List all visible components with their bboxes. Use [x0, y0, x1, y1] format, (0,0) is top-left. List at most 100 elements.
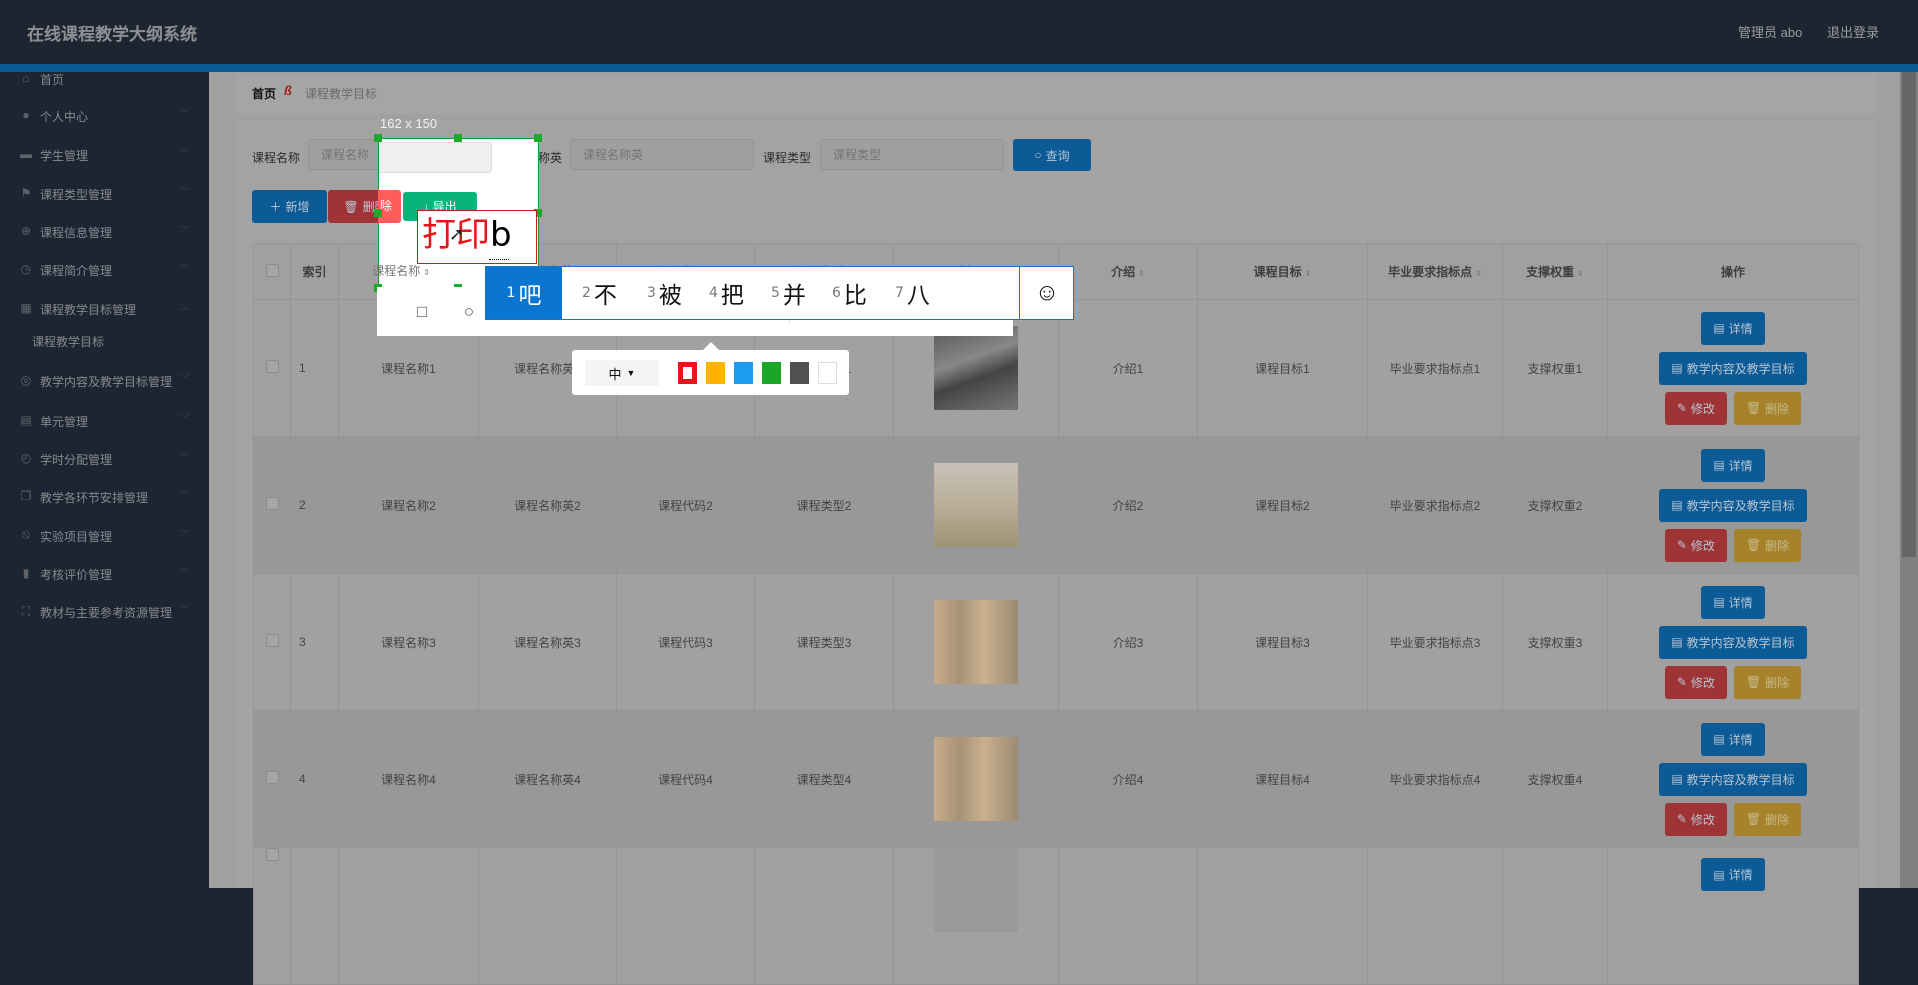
resize-handle-n[interactable]: [454, 134, 462, 142]
edit-button[interactable]: ✎ 修改: [1664, 528, 1727, 562]
fullscreen-icon: ⛶: [21, 604, 31, 618]
select-all-checkbox[interactable]: [265, 263, 279, 277]
ime-candidate[interactable]: 3被: [647, 267, 682, 319]
ime-composing-text: b: [490, 215, 512, 255]
ime-candidate[interactable]: 2不: [582, 267, 617, 319]
content-goal-button[interactable]: ▤ 教学内容及教学目标: [1659, 625, 1807, 659]
ime-candidate[interactable]: 7八: [895, 267, 930, 319]
sort-icon[interactable]: ⇕: [1475, 269, 1482, 278]
logout-link[interactable]: 退出登录: [1827, 22, 1879, 41]
font-size-select[interactable]: 中 ▼: [585, 360, 659, 386]
query-button[interactable]: ○ 查询: [1013, 139, 1091, 171]
delete-row-button[interactable]: 🗑 删除: [1733, 391, 1802, 425]
sidebar-item-label: 课程简介管理: [40, 264, 113, 278]
detail-button[interactable]: ▤ 详情: [1701, 722, 1765, 756]
color-swatch[interactable]: [706, 362, 725, 384]
sidebar-item-0[interactable]: ⌂ 首页: [0, 66, 209, 90]
sort-icon[interactable]: ⇕: [1305, 269, 1312, 278]
sidebar-item-9[interactable]: ◴ 学时分配管理 ﹀: [0, 446, 209, 470]
edit-button[interactable]: ✎ 修改: [1664, 391, 1727, 425]
row-checkbox[interactable]: [265, 848, 279, 861]
course-type-input[interactable]: [820, 139, 1004, 170]
resize-handle-ne[interactable]: [534, 134, 542, 142]
sidebar-item-2[interactable]: ▬ 学生管理 ﹀: [0, 142, 209, 166]
ime-candidate[interactable]: 1吧: [486, 267, 562, 319]
scrollbar-thumb[interactable]: [1902, 72, 1916, 557]
detail-button[interactable]: ▤ 详情: [1701, 311, 1765, 345]
resize-handle-nw[interactable]: [374, 134, 382, 142]
cell-cover: [893, 710, 1059, 848]
cell-goal-text: 课程目标1: [1255, 361, 1310, 376]
sidebar-item-8[interactable]: ▤ 单元管理 ﹀: [0, 408, 209, 432]
text-annotation-box[interactable]: 打印b: [417, 210, 537, 264]
cell-code: 课程代码3: [616, 573, 755, 711]
partial-image[interactable]: [934, 848, 1018, 932]
detail-button[interactable]: ▤ 详情: [1701, 585, 1765, 619]
row-checkbox[interactable]: [265, 497, 279, 510]
page-scrollbar[interactable]: [1900, 72, 1918, 888]
content-goal-button[interactable]: ▤ 教学内容及教学目标: [1659, 351, 1807, 385]
chevron-down-icon: ﹀: [180, 414, 190, 424]
add-button[interactable]: ＋新增: [252, 190, 327, 223]
course-name-en-input[interactable]: [570, 139, 754, 170]
sidebar-item-11[interactable]: ⍉ 实验项目管理 ﹀: [0, 523, 209, 547]
sidebar-item-4[interactable]: ⊕ 课程信息管理 ﹀: [0, 219, 209, 243]
detail-button[interactable]: ▤ 详情: [1701, 448, 1765, 482]
cell-intro: 介绍1: [1058, 299, 1198, 437]
column-header[interactable]: 毕业要求指标点 ⇕: [1367, 243, 1503, 300]
cell-cover: [893, 436, 1059, 574]
document-icon: ▤: [1713, 867, 1725, 882]
ime-candidate[interactable]: 5并: [771, 267, 806, 319]
delete-row-button[interactable]: 🗑 删除: [1733, 528, 1802, 562]
color-swatch[interactable]: [734, 362, 753, 384]
ballet-dancers-image[interactable]: [934, 737, 1018, 821]
detail-button[interactable]: ▤ 详情: [1701, 858, 1765, 891]
color-swatch[interactable]: [818, 362, 837, 384]
sidebar-item-1[interactable]: ● 个人中心 ﹀: [0, 103, 209, 127]
row-checkbox[interactable]: [265, 634, 279, 647]
cell-name: 课程名称2: [338, 436, 479, 574]
sidebar-item-5[interactable]: ◷ 课程简介管理 ﹀: [0, 257, 209, 281]
ime-candidate[interactable]: 6比: [832, 267, 867, 319]
sidebar-item-12[interactable]: ▮ 考核评价管理 ﹀: [0, 561, 209, 585]
sidebar-item-10[interactable]: ❐ 教学各环节安排管理 ﹀: [0, 484, 209, 508]
cell-weight-text: 支撑权重2: [1527, 498, 1583, 513]
row-checkbox[interactable]: [265, 771, 279, 784]
sort-icon[interactable]: ⇕: [1577, 269, 1584, 278]
sidebar-subitem-course-goal[interactable]: 课程教学目标: [32, 333, 104, 350]
emoji-icon[interactable]: ☺: [1019, 267, 1074, 319]
color-swatch[interactable]: [762, 362, 781, 384]
ellipse-tool-icon[interactable]: ○: [458, 301, 480, 323]
sidebar-item-7[interactable]: ◎ 教学内容及教学目标管理 ﹀: [0, 368, 209, 392]
sidebar-item-13[interactable]: ⛶ 教材与主要参考资源管理 ﹀: [0, 599, 209, 623]
chevron-down-icon: ﹀: [180, 605, 190, 615]
sidebar-item-3[interactable]: ⚑ 课程类型管理 ﹀: [0, 181, 209, 205]
color-swatch[interactable]: [790, 362, 809, 384]
resize-handle-w[interactable]: [374, 209, 382, 217]
content-goal-button[interactable]: ▤ 教学内容及教学目标: [1659, 488, 1807, 522]
sidebar-item-6[interactable]: ▦ 课程教学目标管理 ︿: [0, 296, 209, 320]
breadcrumb-home[interactable]: 首页: [252, 85, 276, 102]
course-name-label: 课程名称: [252, 151, 301, 165]
delete-row-button[interactable]: 🗑 删除: [1733, 665, 1802, 699]
grid-icon: ▦: [20, 301, 32, 315]
content-goal-button[interactable]: ▤ 教学内容及教学目标: [1659, 762, 1807, 796]
ime-candidate[interactable]: 4把: [709, 267, 744, 319]
rectangle-tool-icon[interactable]: □: [411, 301, 433, 323]
edit-button[interactable]: ✎ 修改: [1664, 665, 1727, 699]
cell-goal: 课程目标3: [1197, 573, 1368, 711]
edit-label: 修改: [1690, 675, 1715, 690]
abcd-kids-image[interactable]: [934, 463, 1018, 547]
edit-button[interactable]: ✎ 修改: [1664, 802, 1727, 836]
column-header[interactable]: 支撑权重 ⇕: [1502, 243, 1608, 300]
sort-icon[interactable]: ⇕: [1138, 269, 1145, 278]
delete-row-label: 删除: [1765, 401, 1790, 416]
ballet-dancers-image[interactable]: [934, 600, 1018, 684]
sidebar: ⌂ 首页 ● 个人中心 ﹀ ▬ 学生管理 ﹀ ⚑ 课程类型管理 ﹀ ⊕ 课程信息管理 ﹀ ◷ 课程简介管理 ﹀ ▦…: [0, 71, 209, 888]
color-swatch[interactable]: [678, 362, 697, 384]
row-checkbox[interactable]: [265, 360, 279, 373]
delete-row-button[interactable]: 🗑 删除: [1733, 802, 1802, 836]
vocabulary-words-image[interactable]: [934, 326, 1018, 410]
column-header[interactable]: 课程目标 ⇕: [1197, 243, 1368, 300]
column-header[interactable]: 介绍 ⇕: [1058, 243, 1198, 300]
